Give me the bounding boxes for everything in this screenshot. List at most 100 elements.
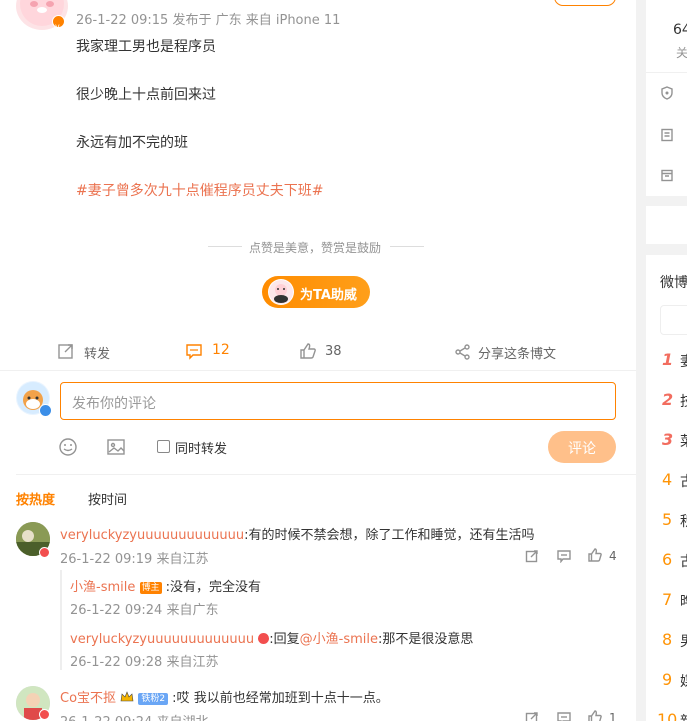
hot-item[interactable]: 妻 — [680, 351, 687, 371]
hot-item[interactable]: 新 — [680, 711, 687, 721]
verified-badge-icon: v — [52, 15, 65, 31]
submit-comment-button[interactable]: 评论 — [548, 431, 616, 463]
comment-input[interactable]: 发布你的评论 — [60, 382, 616, 420]
divider — [16, 474, 636, 475]
submit-comment-label: 评论 — [568, 441, 596, 457]
hot-item[interactable]: 古 — [680, 471, 687, 491]
post-meta: 26-1-22 09:15 发布于 广东 来自 iPhone 11 — [76, 13, 341, 28]
comment-text: :哎 我以前也经常加班到十点十一点。 — [168, 691, 389, 706]
comment-input-placeholder: 发布你的评论 — [72, 396, 156, 412]
reply-user[interactable]: 小渔-smile — [70, 580, 135, 595]
author-badge: 博主 — [139, 582, 162, 594]
my-verified-icon — [39, 404, 52, 417]
repost-icon[interactable] — [57, 342, 75, 360]
divider — [0, 370, 636, 371]
hot-item[interactable]: 积 — [680, 511, 687, 531]
fan-badge: 铁粉2 — [138, 693, 169, 705]
share-label[interactable]: 分享这条博文 — [478, 343, 556, 362]
post-hashtag[interactable]: #妻子曾多次九十点催程序员丈夫下班# — [76, 180, 323, 200]
hot-rank: 3 — [662, 430, 674, 449]
hot-item[interactable]: 古 — [680, 551, 687, 571]
reward-avatar — [268, 279, 294, 305]
hot-item[interactable]: 男 — [680, 631, 687, 651]
hot-rank: 4 — [662, 470, 673, 489]
comment-like-count[interactable]: 4 — [609, 549, 617, 563]
repost-icon[interactable] — [525, 711, 539, 721]
hot-search-title: 微博 — [660, 275, 687, 291]
reply-prefix: :回复 — [269, 632, 300, 647]
hot-item[interactable]: 菜 — [680, 431, 687, 451]
comment-meta: 26-1-22 09:19 来自江苏 — [60, 552, 209, 567]
reward-button[interactable]: 为TA助威 — [262, 276, 370, 308]
hot-rank: 6 — [662, 550, 673, 569]
user-badge-icon — [258, 633, 270, 644]
reward-button-label: 为TA助威 — [300, 288, 357, 303]
comment-count[interactable]: 12 — [212, 342, 230, 358]
hot-search-input[interactable] — [660, 305, 687, 335]
comment-text: :有的时候不禁会想，除了工作和睡觉，还有生活吗 — [244, 528, 535, 543]
sidebar-card — [646, 206, 687, 244]
right-sidebar: 64 关 微博 1 妻 2 技 3 菜 4 古 5 积 6 古 7 晔 8 男 … — [646, 0, 687, 721]
reply-meta: 26-1-22 09:28 来自江苏 — [70, 655, 219, 670]
reply-meta: 26-1-22 09:24 来自广东 — [70, 603, 219, 618]
comment-meta: 26-1-22 09:24 来自湖北 — [60, 711, 208, 721]
tab-sort-time[interactable]: 按时间 — [88, 489, 127, 508]
hot-search-card: 微博 1 妻 2 技 3 菜 4 古 5 积 6 古 7 晔 8 男 9 媒 1… — [646, 255, 687, 721]
reply-text: :那不是很没意思 — [378, 632, 474, 647]
divider — [646, 72, 687, 73]
reply-text: :没有，完全没有 — [161, 580, 262, 595]
hot-item[interactable]: 媒 — [680, 671, 687, 691]
hot-rank: 1 — [662, 350, 674, 369]
post-line-3: 永远有加不完的班 — [76, 135, 188, 151]
reward-hint: 点赞是美意，赞赏是鼓励 — [249, 241, 382, 255]
emoji-icon[interactable] — [58, 437, 78, 457]
sync-repost-checkbox[interactable] — [157, 440, 170, 453]
svg-text:v: v — [55, 22, 60, 31]
user-badge-icon — [39, 709, 50, 720]
shield-icon — [661, 86, 673, 100]
reward-divider-left — [208, 246, 242, 247]
comment-item: Co宝不抠 铁粉2 :哎 我以前也经常加班到十点十一点。 — [60, 687, 389, 706]
stat-label: 关 — [676, 46, 687, 60]
follow-button[interactable] — [554, 0, 616, 6]
post-line-2: 很少晚上十点前回来过 — [76, 87, 216, 103]
calendar-icon — [661, 169, 673, 182]
repost-icon[interactable] — [525, 549, 539, 563]
reply-thread-border — [60, 570, 62, 670]
hot-rank: 9 — [662, 670, 673, 689]
comment-user[interactable]: veryluckyzyuuuuuuuuuuuuu — [60, 528, 244, 543]
tab-sort-hot[interactable]: 按热度 — [16, 489, 55, 508]
reward-divider-right — [390, 246, 424, 247]
user-badge-icon — [39, 547, 50, 558]
like-icon[interactable] — [588, 710, 602, 721]
crown-icon — [120, 691, 134, 703]
like-icon[interactable] — [299, 342, 317, 360]
post-detail-panel: v 26-1-22 09:15 发布于 广东 来自 iPhone 11 我家理工… — [0, 0, 636, 721]
hot-item[interactable]: 晔 — [680, 591, 687, 611]
hot-item[interactable]: 技 — [680, 391, 687, 411]
reply-user[interactable]: veryluckyzyuuuuuuuuuuuuu — [70, 632, 254, 647]
sync-repost-label[interactable]: 同时转发 — [175, 438, 227, 457]
comment-user[interactable]: Co宝不抠 — [60, 691, 116, 706]
like-icon[interactable] — [588, 548, 602, 562]
hot-rank: 10 — [657, 710, 678, 721]
share-icon[interactable] — [455, 344, 471, 360]
reply-icon[interactable] — [557, 549, 571, 563]
stat-value[interactable]: 64 — [673, 22, 687, 38]
comment-like-count[interactable]: 1 — [609, 711, 617, 721]
reply-item: veryluckyzyuuuuuuuuuuuuu :回复@小渔-smile:那不… — [70, 628, 473, 647]
reply-icon[interactable] — [557, 711, 571, 721]
reply-item: 小渔-smile 博主 :没有，完全没有 — [70, 576, 261, 595]
post-line-1: 我家理工男也是程序员 — [76, 39, 216, 55]
hot-rank: 5 — [662, 510, 673, 529]
repost-label[interactable]: 转发 — [84, 343, 110, 362]
hot-rank: 7 — [662, 590, 673, 609]
hot-rank: 2 — [662, 390, 674, 409]
comment-item: veryluckyzyuuuuuuuuuuuuu:有的时候不禁会想，除了工作和睡… — [60, 524, 620, 543]
document-icon — [661, 128, 673, 142]
comment-icon[interactable] — [185, 342, 203, 360]
profile-stats-card: 64 关 — [646, 0, 687, 196]
like-count[interactable]: 38 — [325, 344, 342, 359]
reply-mention[interactable]: @小渔-smile — [300, 632, 378, 647]
image-icon[interactable] — [106, 437, 126, 457]
